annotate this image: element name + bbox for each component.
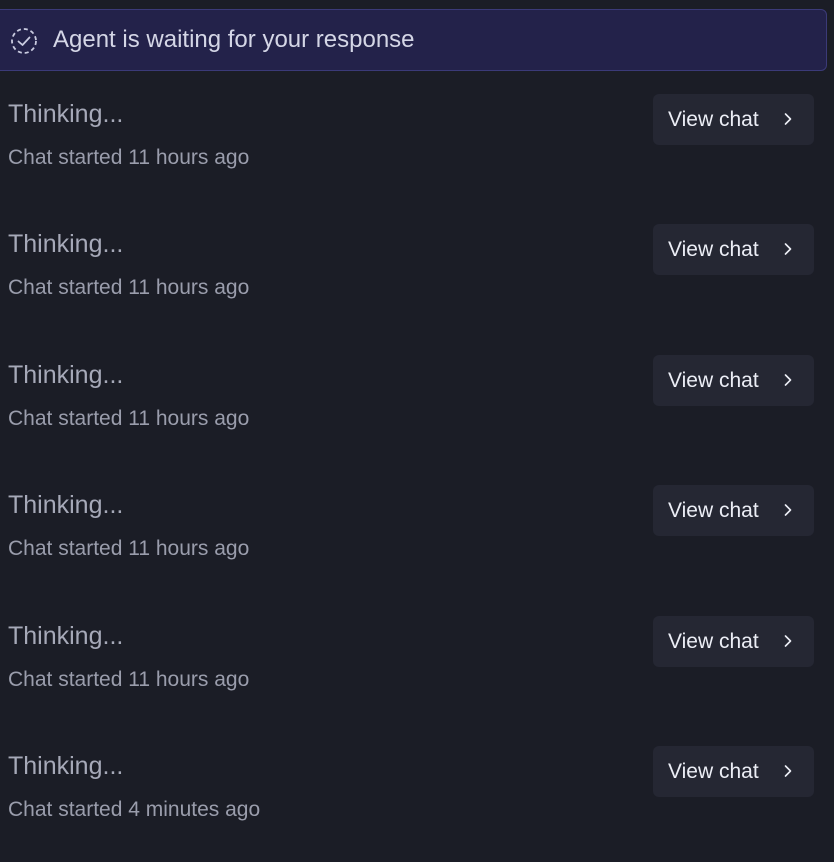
banner-message: Agent is waiting for your response bbox=[53, 26, 415, 53]
chevron-right-icon bbox=[780, 502, 796, 518]
chevron-right-icon bbox=[780, 633, 796, 649]
waiting-status-banner: Agent is waiting for your response bbox=[0, 9, 827, 71]
view-chat-label: View chat bbox=[668, 368, 759, 392]
chat-started-time: Chat started 11 hours ago bbox=[8, 146, 250, 169]
chevron-right-icon bbox=[780, 111, 796, 127]
chat-status: Thinking... bbox=[8, 621, 124, 650]
view-chat-label: View chat bbox=[668, 629, 759, 653]
chat-list-item: Thinking... Chat started 11 hours ago Vi… bbox=[0, 341, 834, 471]
view-chat-button[interactable]: View chat bbox=[653, 94, 814, 145]
chat-list: Thinking... Chat started 11 hours ago Vi… bbox=[0, 80, 834, 862]
view-chat-label: View chat bbox=[668, 108, 759, 131]
chevron-right-icon bbox=[780, 763, 796, 779]
chat-started-time: Chat started 11 hours ago bbox=[8, 276, 250, 300]
chat-status: Thinking... bbox=[8, 360, 124, 389]
view-chat-label: View chat bbox=[668, 238, 759, 262]
chat-list-item: Thinking... Chat started 11 hours ago Vi… bbox=[0, 210, 834, 340]
view-chat-button[interactable]: View chat bbox=[653, 745, 814, 797]
view-chat-button[interactable]: View chat bbox=[653, 354, 814, 406]
dashed-check-circle-icon bbox=[10, 27, 38, 55]
chat-list-item: Thinking... Chat started 11 hours ago Vi… bbox=[0, 80, 834, 210]
chat-status: Thinking... bbox=[8, 100, 124, 128]
view-chat-button[interactable]: View chat bbox=[653, 224, 814, 276]
chat-status: Thinking... bbox=[8, 491, 124, 520]
view-chat-label: View chat bbox=[668, 759, 759, 783]
chat-list-item: Thinking... Chat started 11 hours ago Vi… bbox=[0, 471, 834, 601]
agent-chat-panel: Agent is waiting for your response Think… bbox=[0, 0, 834, 862]
view-chat-button[interactable]: View chat bbox=[653, 485, 814, 537]
chat-status: Thinking... bbox=[8, 751, 124, 780]
chevron-right-icon bbox=[780, 241, 796, 257]
chat-started-time: Chat started 11 hours ago bbox=[8, 537, 250, 561]
chevron-right-icon bbox=[780, 372, 796, 388]
chat-started-time: Chat started 11 hours ago bbox=[8, 667, 250, 691]
chat-list-item: Thinking... Chat started 4 minutes ago V… bbox=[0, 732, 834, 862]
chat-started-time: Chat started 4 minutes ago bbox=[8, 797, 261, 821]
view-chat-button[interactable]: View chat bbox=[653, 615, 814, 667]
chat-status: Thinking... bbox=[8, 230, 124, 259]
view-chat-label: View chat bbox=[668, 499, 759, 523]
chat-started-time: Chat started 11 hours ago bbox=[8, 406, 250, 430]
chat-list-item: Thinking... Chat started 11 hours ago Vi… bbox=[0, 602, 834, 732]
